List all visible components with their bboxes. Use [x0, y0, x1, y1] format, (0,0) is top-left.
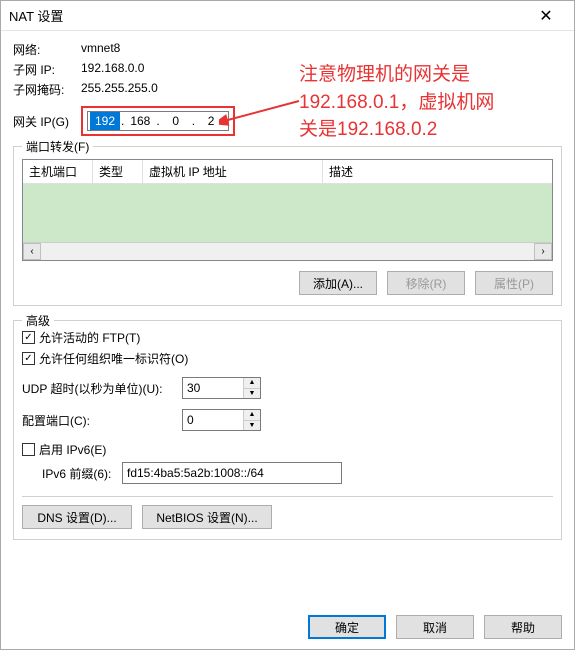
port-forward-group: 端口转发(F) 主机端口 类型 虚拟机 IP 地址 描述 ‹ › 添加(A)..… [13, 146, 562, 306]
scroll-left-button[interactable]: ‹ [23, 243, 41, 260]
gateway-octet-3[interactable] [161, 112, 191, 130]
advanced-title: 高级 [22, 312, 54, 329]
col-desc[interactable]: 描述 [323, 160, 552, 183]
port-forward-table[interactable]: 主机端口 类型 虚拟机 IP 地址 描述 ‹ › [22, 159, 553, 261]
config-port-label: 配置端口(C): [22, 412, 182, 429]
subnet-mask-value: 255.255.255.0 [81, 81, 158, 98]
config-port-input[interactable] [183, 410, 243, 430]
table-header: 主机端口 类型 虚拟机 IP 地址 描述 [23, 160, 552, 184]
add-button[interactable]: 添加(A)... [299, 271, 377, 295]
properties-button: 属性(P) [475, 271, 553, 295]
chevron-right-icon: › [541, 246, 544, 257]
advanced-buttons: DNS 设置(D)... NetBIOS 设置(N)... [22, 505, 553, 529]
col-type[interactable]: 类型 [93, 160, 143, 183]
dns-settings-button[interactable]: DNS 设置(D)... [22, 505, 132, 529]
chevron-down-icon: ▼ [249, 390, 256, 397]
enable-ipv6-checkbox[interactable] [22, 443, 35, 456]
ipv6-prefix-input[interactable] [122, 462, 342, 484]
allow-ftp-label: 允许活动的 FTP(T) [39, 329, 140, 346]
spin-buttons: ▲ ▼ [243, 378, 260, 398]
udp-timeout-input[interactable] [183, 378, 243, 398]
allow-oui-row[interactable]: 允许任何组织唯一标识符(O) [22, 350, 553, 367]
udp-timeout-label: UDP 超时(以秒为单位)(U): [22, 380, 182, 397]
close-button[interactable]: ✕ [526, 1, 566, 31]
port-forward-buttons: 添加(A)... 移除(R) 属性(P) [22, 271, 553, 295]
ipv6-prefix-row: IPv6 前缀(6): [42, 462, 553, 484]
allow-oui-checkbox[interactable] [22, 352, 35, 365]
annotation-line3: 关是192.168.0.2 [299, 116, 569, 144]
config-port-spinner[interactable]: ▲ ▼ [182, 409, 261, 431]
gateway-ip-input[interactable]: . . . [87, 111, 229, 131]
cancel-button[interactable]: 取消 [396, 615, 474, 639]
table-scrollbar[interactable]: ‹ › [23, 242, 552, 260]
chevron-up-icon: ▲ [249, 411, 256, 418]
dialog-buttons: 确定 取消 帮助 [308, 615, 562, 639]
chevron-down-icon: ▼ [249, 422, 256, 429]
gateway-octet-4[interactable] [196, 112, 226, 130]
allow-ftp-checkbox[interactable] [22, 331, 35, 344]
gateway-label: 网关 IP(G) [13, 113, 81, 130]
subnet-mask-label: 子网掩码: [13, 81, 81, 98]
advanced-group: 高级 允许活动的 FTP(T) 允许任何组织唯一标识符(O) UDP 超时(以秒… [13, 320, 562, 540]
col-host-port[interactable]: 主机端口 [23, 160, 93, 183]
udp-timeout-spinner[interactable]: ▲ ▼ [182, 377, 261, 399]
spin-down-button[interactable]: ▼ [244, 421, 260, 431]
enable-ipv6-row[interactable]: 启用 IPv6(E) [22, 441, 553, 458]
annotation-line2: 192.168.0.1，虚拟机网 [299, 89, 569, 117]
table-body[interactable] [23, 184, 552, 242]
gateway-octet-2[interactable] [125, 112, 155, 130]
nat-settings-dialog: NAT 设置 ✕ 网络: vmnet8 子网 IP: 192.168.0.0 子… [0, 0, 575, 650]
col-vm-ip[interactable]: 虚拟机 IP 地址 [143, 160, 323, 183]
annotation-line1: 注意物理机的网关是 [299, 61, 569, 89]
chevron-up-icon: ▲ [249, 379, 256, 386]
spin-up-button[interactable]: ▲ [244, 410, 260, 421]
annotation-text: 注意物理机的网关是 192.168.0.1，虚拟机网 关是192.168.0.2 [299, 61, 569, 144]
spin-buttons: ▲ ▼ [243, 410, 260, 430]
enable-ipv6-label: 启用 IPv6(E) [39, 441, 106, 458]
subnet-ip-value: 192.168.0.0 [81, 61, 144, 78]
ok-button[interactable]: 确定 [308, 615, 386, 639]
network-value: vmnet8 [81, 41, 120, 58]
help-button[interactable]: 帮助 [484, 615, 562, 639]
close-icon: ✕ [539, 6, 552, 26]
spin-down-button[interactable]: ▼ [244, 389, 260, 399]
gateway-octet-1[interactable] [90, 112, 120, 130]
udp-timeout-row: UDP 超时(以秒为单位)(U): ▲ ▼ [22, 377, 553, 399]
network-row: 网络: vmnet8 [13, 41, 562, 58]
scroll-right-button[interactable]: › [534, 243, 552, 260]
port-forward-title: 端口转发(F) [22, 138, 93, 155]
network-label: 网络: [13, 41, 81, 58]
remove-button: 移除(R) [387, 271, 465, 295]
netbios-settings-button[interactable]: NetBIOS 设置(N)... [142, 505, 272, 529]
chevron-left-icon: ‹ [30, 246, 33, 257]
spin-up-button[interactable]: ▲ [244, 378, 260, 389]
window-title: NAT 设置 [9, 6, 63, 25]
allow-ftp-row[interactable]: 允许活动的 FTP(T) [22, 329, 553, 346]
gateway-ip-highlight: . . . [81, 106, 235, 136]
allow-oui-label: 允许任何组织唯一标识符(O) [39, 350, 188, 367]
subnet-ip-label: 子网 IP: [13, 61, 81, 78]
ipv6-prefix-label: IPv6 前缀(6): [42, 465, 122, 482]
config-port-row: 配置端口(C): ▲ ▼ [22, 409, 553, 431]
divider [22, 496, 553, 497]
titlebar: NAT 设置 ✕ [1, 1, 574, 31]
